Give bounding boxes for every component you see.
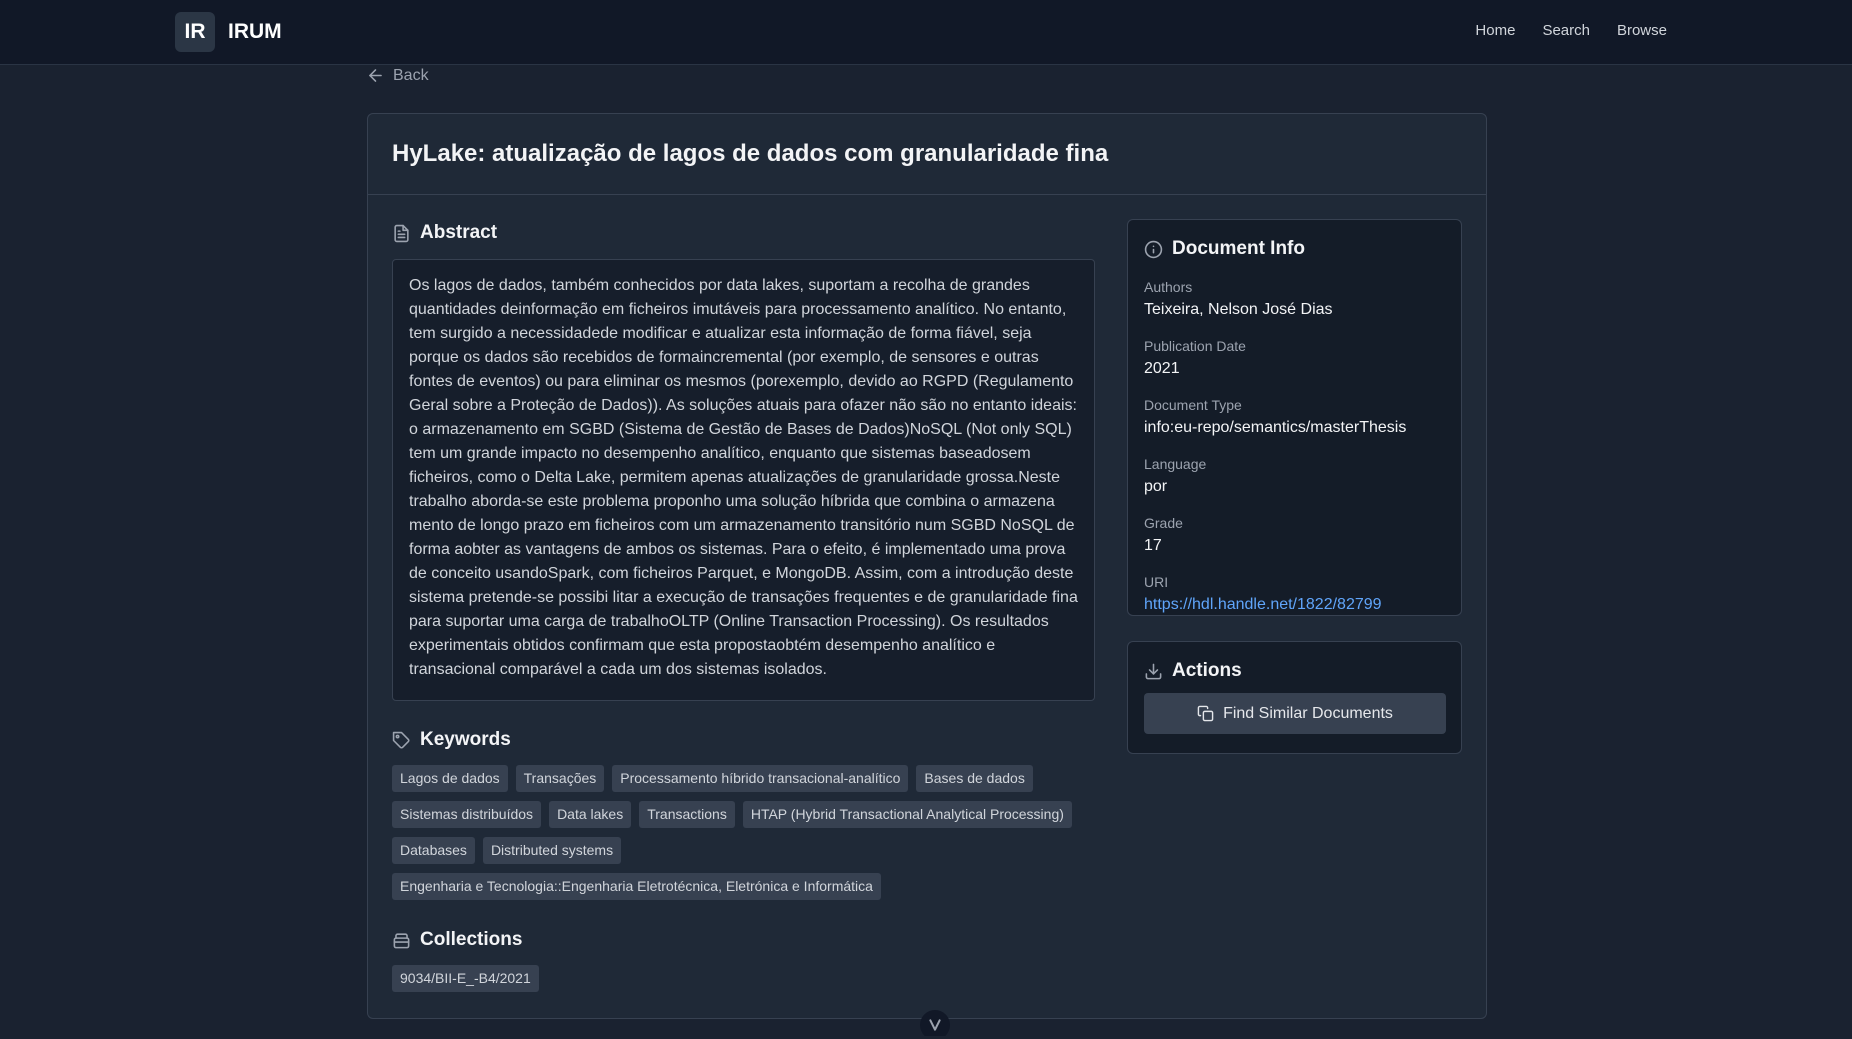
collections-list: 9034/BII-E_-B4/2021 [392,965,539,992]
document-type-value: info:eu-repo/semantics/masterThesis [1144,419,1407,436]
archive-icon [393,932,410,948]
keyword-tag[interactable]: Processamento híbrido transacional-analí… [612,765,909,792]
brand-logo[interactable]: IR [175,12,215,52]
keyword-tag[interactable]: Distributed systems [482,837,622,864]
top-navbar: IR IRUM Home Search Browse [0,0,1852,65]
copy-icon [1197,705,1214,722]
keyword-tag[interactable]: Data lakes [549,801,632,828]
main-nav: Home Search Browse [1475,22,1667,39]
publication-date-field: Publication Date 2021 [1144,337,1445,380]
keywords-title: Keywords [420,729,511,750]
language-value: por [1144,478,1168,495]
document-type-field: Document Type info:eu-repo/semantics/mas… [1144,396,1445,439]
grade-field: Grade 17 [1144,514,1445,557]
grade-value: 17 [1144,537,1162,554]
uri-label: URI [1144,574,1169,590]
abstract-text: Os lagos de dados, também conhecidos por… [392,259,1095,701]
nav-search[interactable]: Search [1542,22,1590,39]
language-label: Language [1144,456,1207,472]
back-link[interactable]: Back [366,66,429,85]
nav-browse[interactable]: Browse [1617,22,1667,39]
publication-date-value: 2021 [1144,360,1180,377]
document-info-panel: Document Info Authors Teixeira, Nelson J… [1127,219,1462,616]
document-header: HyLake: atualização de lagos de dados co… [368,114,1486,195]
abstract-heading: Abstract [392,222,497,244]
brand[interactable]: IR IRUM [175,12,282,52]
scroll-down-button[interactable] [920,1010,950,1039]
nav-home[interactable]: Home [1475,22,1515,39]
actions-panel: Actions Find Similar Documents [1127,641,1462,754]
document-info-heading: Document Info [1144,238,1445,260]
document-card: HyLake: atualização de lagos de dados co… [367,113,1487,1019]
collections-title: Collections [420,929,523,950]
keyword-tag[interactable]: Transações [515,765,605,792]
authors-field: Authors Teixeira, Nelson José Dias [1144,278,1445,321]
abstract-title: Abstract [420,222,498,243]
keyword-tag[interactable]: Lagos de dados [392,765,508,792]
actions-heading: Actions [1144,660,1445,682]
document-info-title: Document Info [1172,238,1305,259]
chevron-down-icon [929,1019,941,1031]
keyword-tag[interactable]: Databases [392,837,475,864]
keywords-heading: Keywords [392,729,511,751]
actions-title: Actions [1172,660,1242,681]
keyword-tag[interactable]: Engenharia e Tecnologia::Engenharia Elet… [392,873,881,900]
download-icon [1145,663,1162,679]
back-label: Back [393,66,429,84]
keywords-list: Lagos de dados Transações Processamento … [392,765,1102,900]
uri-field: URI https://hdl.handle.net/1822/82799 [1144,573,1445,616]
keyword-tag[interactable]: Sistemas distribuídos [392,801,542,828]
publication-date-label: Publication Date [1144,338,1246,354]
keyword-tag[interactable]: HTAP (Hybrid Transactional Analytical Pr… [742,801,1072,828]
authors-label: Authors [1144,279,1193,295]
grade-label: Grade [1144,515,1183,531]
find-similar-label: Find Similar Documents [1223,704,1393,722]
brand-name[interactable]: IRUM [228,20,282,44]
document-icon [394,224,409,242]
find-similar-button[interactable]: Find Similar Documents [1144,693,1446,734]
keyword-tag[interactable]: Transactions [639,801,735,828]
authors-value: Teixeira, Nelson José Dias [1144,301,1333,318]
info-icon [1144,240,1163,258]
arrow-left-icon [369,69,382,82]
document-title: HyLake: atualização de lagos de dados co… [392,140,1109,167]
tag-icon [392,731,410,749]
language-field: Language por [1144,455,1445,498]
collections-heading: Collections [392,929,522,951]
uri-link[interactable]: https://hdl.handle.net/1822/82799 [1144,594,1445,616]
document-type-label: Document Type [1144,397,1242,413]
collection-tag[interactable]: 9034/BII-E_-B4/2021 [392,965,539,992]
keyword-tag[interactable]: Bases de dados [916,765,1033,792]
